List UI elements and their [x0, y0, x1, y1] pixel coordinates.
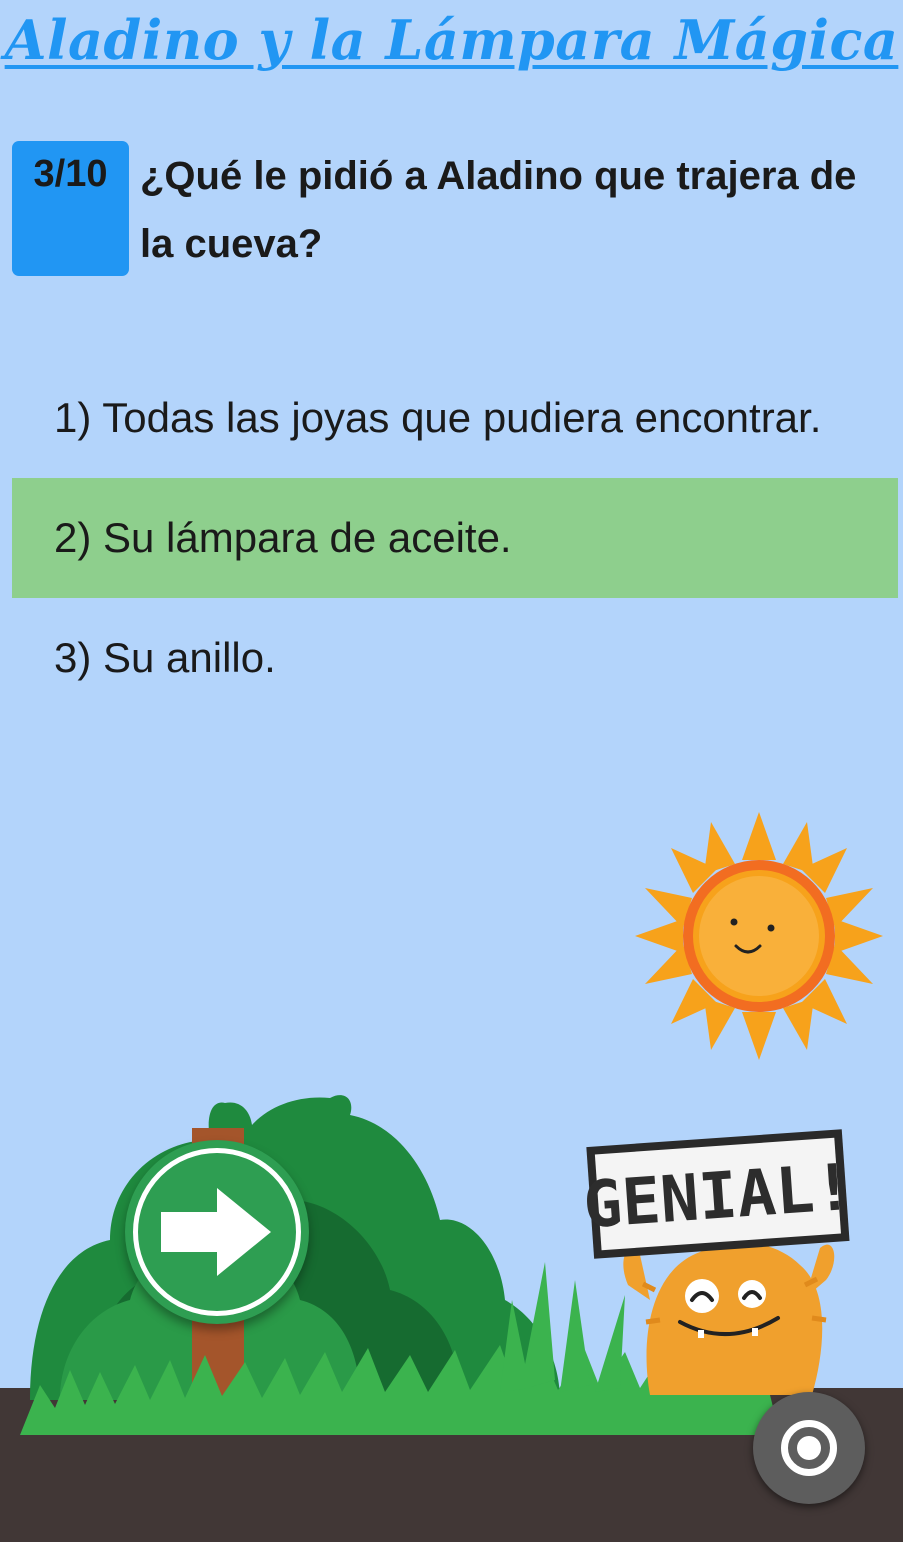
scene-illustration: GENIAL!	[20, 812, 883, 1435]
sun-icon	[635, 812, 883, 1060]
record-icon	[781, 1420, 837, 1476]
record-button[interactable]	[753, 1392, 865, 1504]
monster-mascot-icon	[623, 1242, 835, 1395]
arrow-right-icon	[161, 1188, 271, 1276]
next-button[interactable]	[125, 1140, 309, 1324]
